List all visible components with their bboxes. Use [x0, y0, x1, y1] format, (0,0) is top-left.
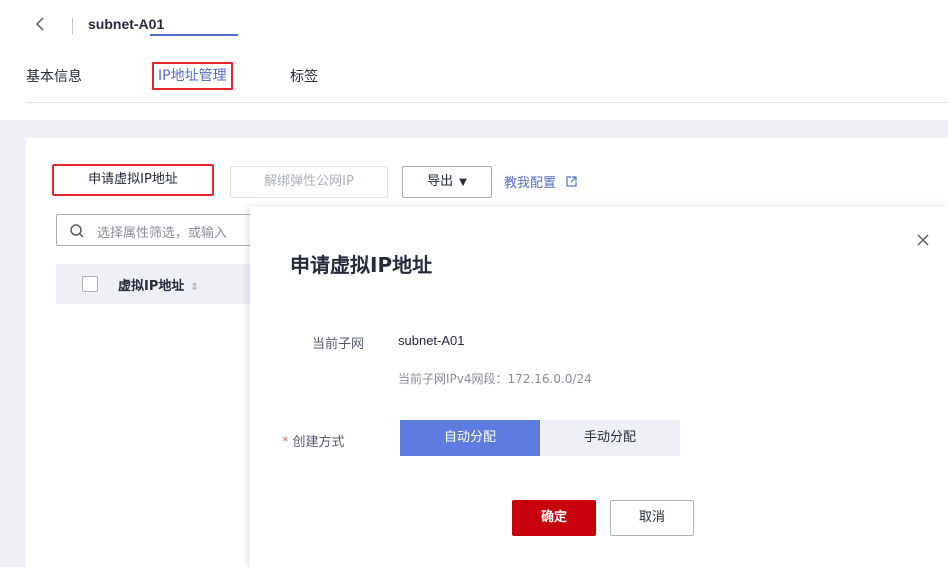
guide-link-label: 教我配置 [504, 176, 557, 191]
apply-virtual-ip-label: 申请虚拟IP地址 [88, 172, 178, 187]
title-divider [72, 18, 73, 34]
dialog-title: 申请虚拟IP地址 [290, 253, 433, 277]
caret-down-icon: ▼ [459, 177, 467, 188]
create-mode-text: 创建方式 [292, 435, 345, 450]
page-title: subnet-A01 [88, 16, 165, 32]
confirm-button[interactable]: 确定 [512, 500, 596, 536]
apply-vip-dialog: 申请虚拟IP地址 当前子网 subnet-A01 当前子网IPv4网段：172.… [250, 207, 948, 567]
create-mode-label: * 创建方式 [282, 431, 345, 450]
apply-virtual-ip-button[interactable]: 申请虚拟IP地址 [52, 164, 214, 196]
external-link-icon [562, 176, 577, 190]
current-subnet-value: subnet-A01 [398, 333, 465, 348]
chevron-left-icon [35, 17, 44, 31]
mode-manual-button[interactable]: 手动分配 [540, 420, 680, 456]
column-header-label: 虚拟IP地址 [118, 279, 185, 294]
mode-auto-button[interactable]: 自动分配 [400, 420, 540, 456]
tab-tags[interactable]: 标签 [290, 66, 318, 86]
cancel-button[interactable]: 取消 [610, 500, 694, 536]
search-placeholder: 选择属性筛选，或输入 [97, 226, 228, 241]
back-button[interactable] [34, 16, 54, 36]
export-button[interactable]: 导出 ▼ [402, 166, 492, 198]
subnet-cidr-hint: 当前子网IPv4网段：172.16.0.0/24 [398, 372, 592, 386]
guide-link[interactable]: 教我配置 [504, 172, 577, 191]
close-icon[interactable] [914, 231, 932, 249]
select-all-checkbox[interactable] [82, 276, 98, 292]
export-label: 导出 [427, 174, 454, 189]
required-mark: * [282, 435, 289, 450]
column-header-virtual-ip[interactable]: 虚拟IP地址 ⇕ [118, 275, 199, 294]
sort-icon[interactable]: ⇕ [190, 282, 198, 293]
active-tab-indicator [150, 34, 238, 36]
tabs-divider [26, 102, 948, 103]
unbind-eip-button[interactable]: 解绑弹性公网IP [230, 166, 388, 198]
tab-basic-info[interactable]: 基本信息 [26, 66, 82, 86]
tab-ip-management[interactable]: IP地址管理 [152, 62, 233, 90]
current-subnet-label: 当前子网 [312, 337, 365, 352]
search-icon [70, 224, 84, 238]
